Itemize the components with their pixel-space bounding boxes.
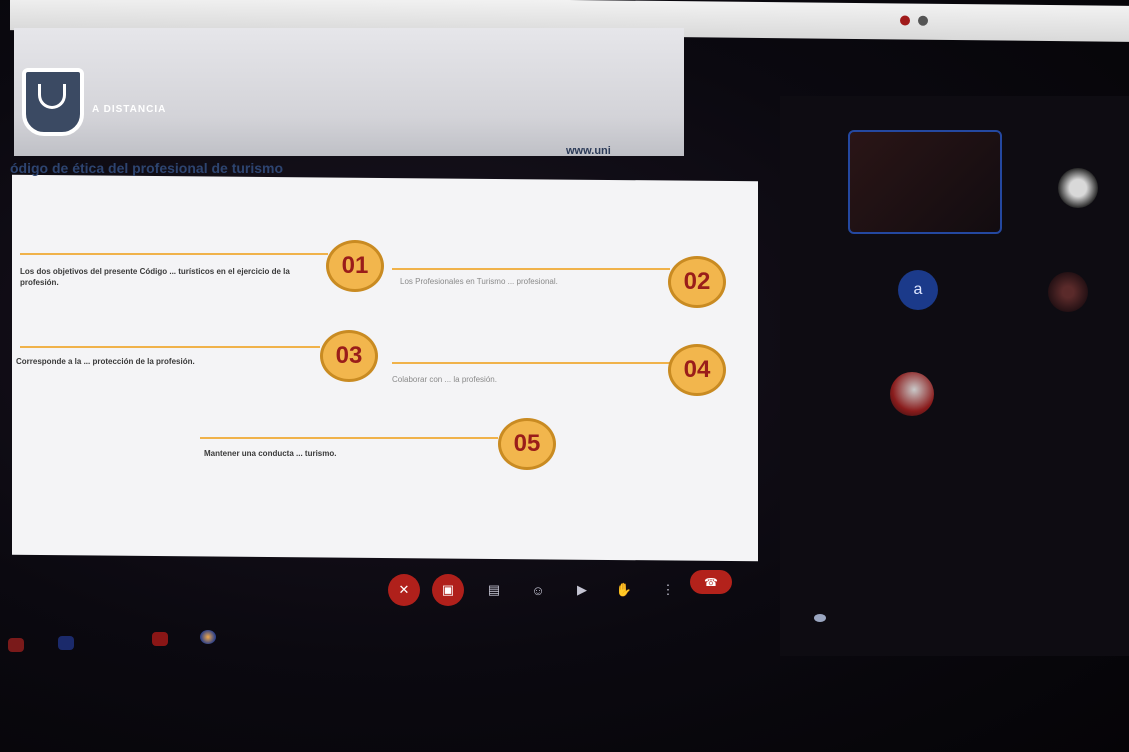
item-04-line bbox=[392, 362, 670, 364]
participant-avatar[interactable]: a bbox=[898, 270, 938, 310]
raise-hand-icon: ✋ bbox=[615, 582, 633, 597]
raise-hand-button[interactable]: ✋ bbox=[616, 582, 632, 598]
mic-off-button[interactable]: ✕ bbox=[388, 574, 420, 606]
camera-off-button[interactable]: ▣ bbox=[432, 574, 464, 606]
slide-body bbox=[12, 174, 758, 562]
item-01-line bbox=[20, 253, 328, 255]
taskbar-icon[interactable] bbox=[58, 636, 74, 650]
item-05-text: Mantener una conducta ... turismo. bbox=[204, 449, 337, 458]
item-02-number: 02 bbox=[668, 256, 726, 308]
taskbar-icon[interactable] bbox=[8, 638, 24, 652]
end-call-icon: ☎ bbox=[704, 576, 718, 589]
participant-avatar-2[interactable] bbox=[1058, 168, 1098, 208]
status-icon bbox=[814, 614, 826, 622]
mic-off-icon: ✕ bbox=[398, 582, 410, 597]
item-05-line bbox=[200, 437, 498, 439]
item-02-text: Los Profesionales en Turismo ... profesi… bbox=[400, 277, 558, 286]
university-logo bbox=[22, 68, 84, 136]
slide-header bbox=[14, 28, 684, 156]
participant-avatar-3[interactable] bbox=[890, 372, 934, 416]
emoji-button[interactable]: ☺ bbox=[530, 582, 546, 598]
item-04-text: Colaborar con ... la profesión. bbox=[392, 375, 497, 384]
end-call-button[interactable]: ☎ bbox=[690, 570, 732, 594]
slide-title: ódigo de ética del profesional de turism… bbox=[10, 160, 284, 176]
more-options-button[interactable]: ⋮ bbox=[660, 582, 676, 598]
captions-button[interactable]: ▤ bbox=[486, 582, 502, 598]
item-01-text: Los dos objetivos del presente Código ..… bbox=[20, 267, 290, 287]
item-03-number: 03 bbox=[320, 330, 378, 382]
more-options-icon: ⋮ bbox=[661, 582, 675, 597]
browser-taskbar-icon[interactable] bbox=[200, 630, 216, 644]
participant-video-tile[interactable] bbox=[848, 130, 1002, 234]
slide-url: www.uni bbox=[566, 145, 611, 157]
record-indicator-icon bbox=[900, 15, 910, 26]
item-02-line bbox=[392, 268, 670, 270]
logo-text: A DISTANCIA bbox=[92, 104, 167, 115]
tab-dot-icon bbox=[918, 15, 928, 26]
item-03-text: Corresponde a la ... protección de la pr… bbox=[16, 357, 195, 366]
taskbar-icon[interactable] bbox=[152, 632, 168, 646]
participant-avatar-4[interactable] bbox=[1048, 272, 1088, 312]
captions-icon: ▤ bbox=[487, 582, 501, 597]
emoji-icon: ☺ bbox=[531, 582, 545, 598]
present-screen-icon: ▶ bbox=[577, 582, 587, 597]
item-04-number: 04 bbox=[668, 344, 726, 396]
present-button[interactable]: ▶ bbox=[574, 582, 590, 598]
camera-off-icon: ▣ bbox=[441, 582, 455, 597]
item-01-number: 01 bbox=[326, 240, 384, 292]
item-05-number: 05 bbox=[498, 418, 556, 470]
item-03-line bbox=[20, 346, 320, 348]
